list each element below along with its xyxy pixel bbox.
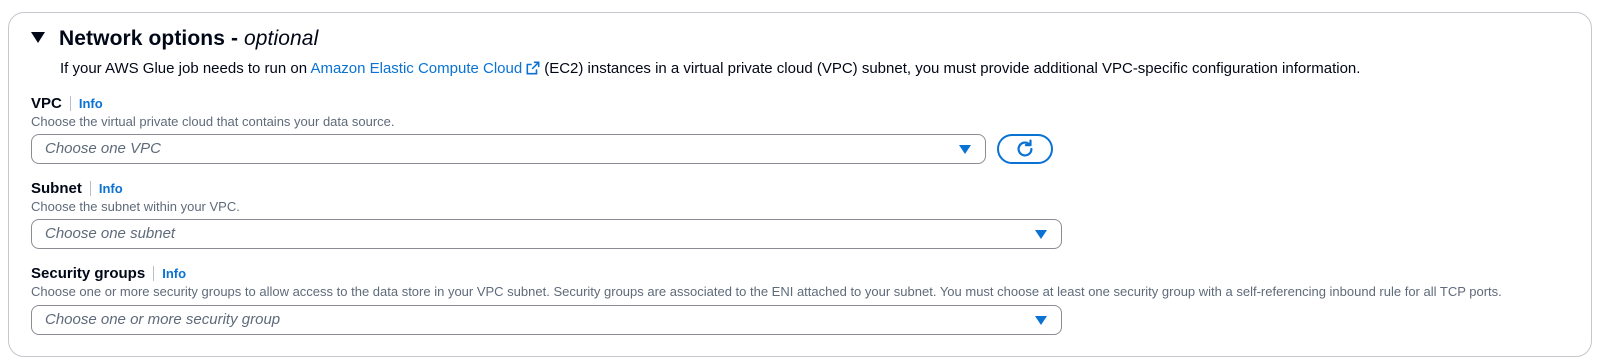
- subnet-select[interactable]: Choose one subnet: [31, 219, 1062, 249]
- refresh-icon: [1017, 139, 1033, 157]
- refresh-button[interactable]: [997, 134, 1053, 164]
- security-groups-field: Security groups Info Choose one or more …: [31, 263, 1502, 300]
- dropdown-arrow-icon: [959, 145, 971, 154]
- label-divider: [89, 180, 91, 196]
- section-header[interactable]: Network options - optional: [31, 27, 318, 51]
- section-title-main: Network options -: [59, 27, 244, 50]
- ec2-link-text[interactable]: Amazon Elastic Compute Cloud: [310, 60, 522, 77]
- external-link-icon[interactable]: [526, 61, 540, 75]
- vpc-hint: Choose the virtual private cloud that co…: [31, 114, 395, 129]
- subnet-info-link[interactable]: Info: [99, 181, 123, 196]
- vpc-placeholder: Choose one VPC: [45, 140, 161, 157]
- network-options-panel: Network options - optional If your AWS G…: [8, 12, 1592, 357]
- vpc-field: VPC Info Choose the virtual private clou…: [31, 93, 395, 130]
- vpc-label: VPC: [31, 94, 62, 112]
- section-title-optional: optional: [243, 27, 319, 50]
- description-prefix: If your AWS Glue job needs to run on: [60, 60, 311, 77]
- security-groups-info-link[interactable]: Info: [162, 266, 186, 281]
- security-groups-select[interactable]: Choose one or more security group: [31, 305, 1062, 335]
- subnet-field: Subnet Info Choose the subnet within you…: [31, 178, 240, 215]
- label-divider: [153, 265, 155, 281]
- security-groups-label: Security groups: [31, 264, 146, 282]
- description-suffix: (EC2) instances in a virtual private clo…: [544, 60, 1361, 77]
- dropdown-arrow-icon: [1035, 230, 1047, 239]
- vpc-select[interactable]: Choose one VPC: [31, 134, 986, 164]
- ec2-link[interactable]: Amazon Elastic Compute Cloud: [310, 60, 544, 77]
- security-groups-placeholder: Choose one or more security group: [45, 311, 281, 328]
- subnet-hint: Choose the subnet within your VPC.: [31, 199, 240, 214]
- dropdown-arrow-icon: [1035, 316, 1047, 325]
- label-divider: [69, 95, 71, 111]
- subnet-placeholder: Choose one subnet: [45, 225, 176, 242]
- security-groups-hint: Choose one or more security groups to al…: [31, 284, 1502, 299]
- subnet-label: Subnet: [31, 179, 82, 197]
- vpc-info-link[interactable]: Info: [79, 96, 103, 111]
- section-title: Network options - optional: [59, 27, 318, 51]
- section-description: If your AWS Glue job needs to run on Ama…: [60, 60, 1360, 77]
- caret-down-icon[interactable]: [31, 31, 45, 43]
